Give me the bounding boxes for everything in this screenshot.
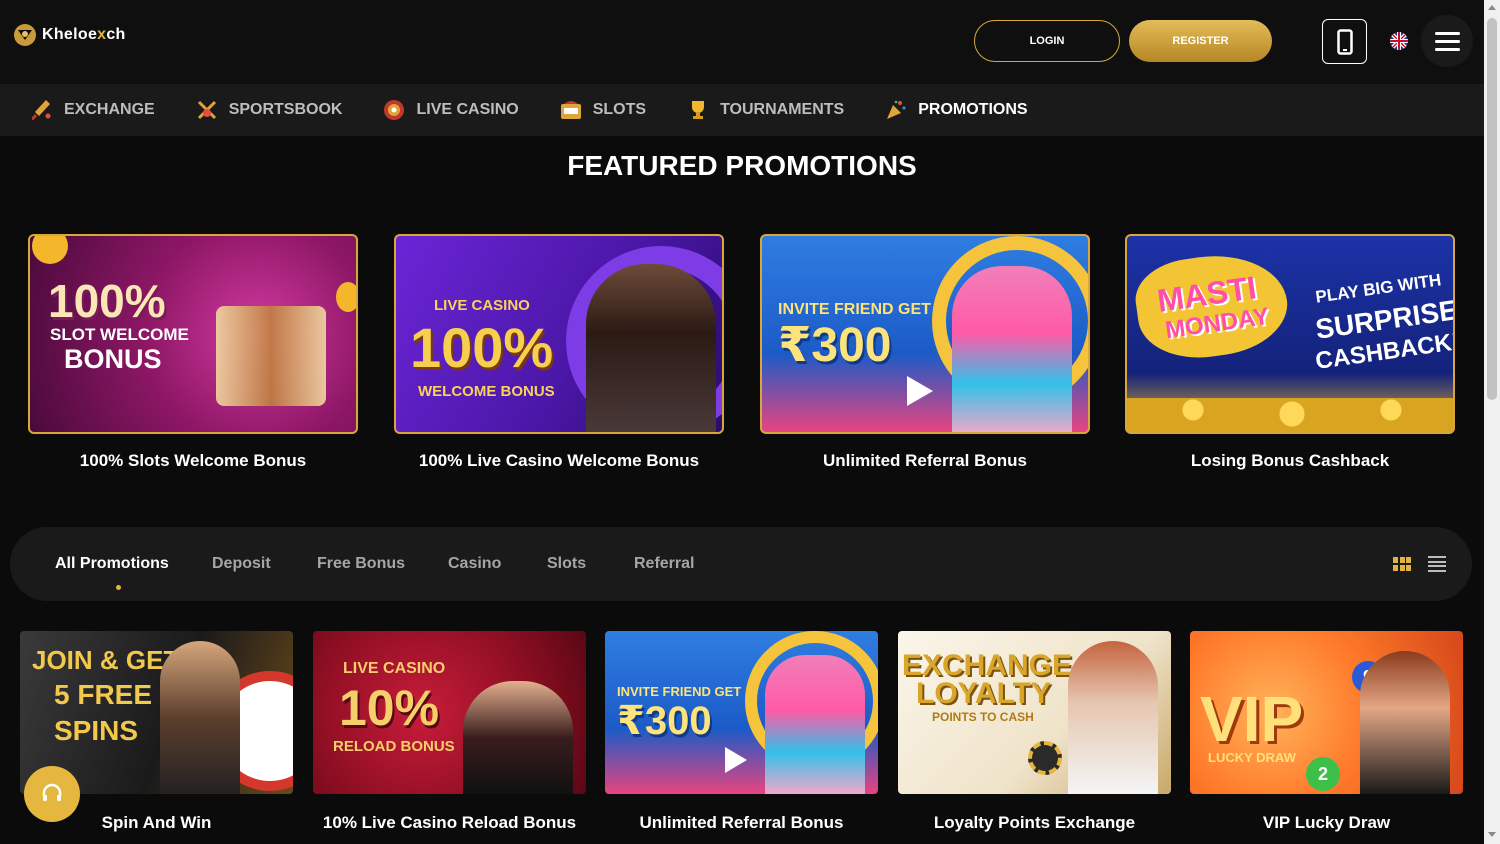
- play-triangle-icon: [725, 747, 747, 773]
- gold-coin-icon: [336, 282, 356, 312]
- models-illustration: [765, 655, 865, 794]
- party-popper-icon: [884, 98, 908, 122]
- trophy-icon: [686, 98, 710, 122]
- models-illustration: [952, 266, 1072, 432]
- play-triangle-icon: [907, 376, 933, 406]
- promo-caption[interactable]: Unlimited Referral Bonus: [605, 813, 878, 833]
- featured-promotions-title: FEATURED PROMOTIONS: [567, 150, 917, 181]
- featured-caption[interactable]: Losing Bonus Cashback: [1125, 451, 1455, 471]
- promo-caption[interactable]: 10% Live Casino Reload Bonus: [313, 813, 586, 833]
- model-illustration: [160, 641, 240, 794]
- headset-icon: [42, 783, 62, 801]
- promo-caption[interactable]: VIP Lucky Draw: [1190, 813, 1463, 833]
- filter-tab-slots[interactable]: Slots: [547, 555, 586, 573]
- hamburger-line: [1434, 47, 1460, 51]
- nav-item-live-casino[interactable]: LIVE CASINO: [382, 98, 519, 122]
- scroll-up-arrow-icon[interactable]: [1488, 5, 1496, 10]
- nav-item-slots[interactable]: SLOTS: [559, 98, 646, 122]
- filter-tab-deposit[interactable]: Deposit: [212, 555, 271, 573]
- hamburger-line: [1434, 39, 1460, 43]
- page-scrollbar[interactable]: [1484, 0, 1500, 844]
- promo-card-vip-lucky-draw[interactable]: VIP LUCKY DRAW 9 2: [1190, 631, 1463, 794]
- featured-card-live-casino-welcome[interactable]: LIVE CASINO 100% WELCOME BONUS: [394, 234, 724, 434]
- slot-reels-illustration: [216, 306, 326, 406]
- site-header: Kheloexch LOGIN REGISTER: [0, 0, 1484, 84]
- nav-item-promotions[interactable]: PROMOTIONS: [884, 98, 1028, 122]
- list-view-icon[interactable]: [1428, 556, 1446, 572]
- nav-item-tournaments[interactable]: TOURNAMENTS: [686, 98, 844, 122]
- model-illustration: [1068, 641, 1158, 794]
- cricket-bat-icon: [30, 98, 54, 122]
- uk-flag-icon[interactable]: [1390, 32, 1408, 50]
- login-button[interactable]: LOGIN: [974, 20, 1120, 62]
- site-logo[interactable]: Kheloexch: [12, 22, 126, 48]
- filter-tab-referral[interactable]: Referral: [634, 555, 694, 573]
- logo-text: Kheloexch: [42, 26, 126, 43]
- featured-card-referral[interactable]: INVITE FRIEND GET ₹300: [760, 234, 1090, 434]
- mobile-phone-icon: [1336, 28, 1353, 55]
- promotion-filter-bar: All Promotions Deposit Free Bonus Casino…: [10, 527, 1472, 601]
- featured-caption[interactable]: 100% Live Casino Welcome Bonus: [394, 451, 724, 471]
- hamburger-menu-button[interactable]: [1421, 15, 1473, 67]
- featured-caption[interactable]: 100% Slots Welcome Bonus: [28, 451, 358, 471]
- casino-chip-icon: [1028, 741, 1062, 775]
- gold-coin-icon: [32, 236, 68, 264]
- featured-caption[interactable]: Unlimited Referral Bonus: [760, 451, 1090, 471]
- main-nav: EXCHANGE SPORTSBOOK LIVE CASINO SLOTS TO…: [0, 84, 1484, 136]
- active-tab-indicator: [116, 585, 121, 590]
- promo-card-loyalty-exchange[interactable]: EXCHANGE LOYALTY POINTS TO CASH: [898, 631, 1171, 794]
- featured-card-slots-welcome[interactable]: 100% SLOT WELCOME BONUS: [28, 234, 358, 434]
- filter-tab-all-promotions[interactable]: All Promotions: [55, 555, 169, 573]
- filter-tab-free-bonus[interactable]: Free Bonus: [317, 555, 405, 573]
- lion-logo-icon: [14, 24, 36, 46]
- featured-card-cashback[interactable]: MASTI MONDAY PLAY BIG WITH SURPRISE CASH…: [1125, 234, 1455, 434]
- lottery-ball-icon: 2: [1306, 757, 1340, 791]
- roulette-icon: [382, 98, 406, 122]
- sports-icon: [195, 98, 219, 122]
- filter-tab-casino[interactable]: Casino: [448, 555, 501, 573]
- hamburger-line: [1434, 31, 1460, 35]
- models-illustration: [463, 681, 573, 794]
- models-illustration: [586, 264, 716, 432]
- grid-view-icon[interactable]: [1393, 557, 1411, 571]
- mobile-app-button[interactable]: [1322, 19, 1367, 64]
- register-button[interactable]: REGISTER: [1129, 20, 1272, 62]
- model-illustration: [1360, 651, 1450, 794]
- slot-machine-icon: [559, 98, 583, 122]
- promo-card-referral[interactable]: INVITE FRIEND GET ₹300: [605, 631, 878, 794]
- promo-card-live-casino-reload[interactable]: LIVE CASINO 10% RELOAD BONUS: [313, 631, 586, 794]
- scroll-down-arrow-icon[interactable]: [1488, 832, 1496, 837]
- nav-item-exchange[interactable]: EXCHANGE: [30, 98, 155, 122]
- promo-caption[interactable]: Loyalty Points Exchange: [898, 813, 1171, 833]
- scrollbar-thumb[interactable]: [1487, 18, 1497, 400]
- customer-support-button[interactable]: [24, 766, 80, 822]
- nav-item-sportsbook[interactable]: SPORTSBOOK: [195, 98, 342, 122]
- gold-coins-pile: [1127, 398, 1453, 432]
